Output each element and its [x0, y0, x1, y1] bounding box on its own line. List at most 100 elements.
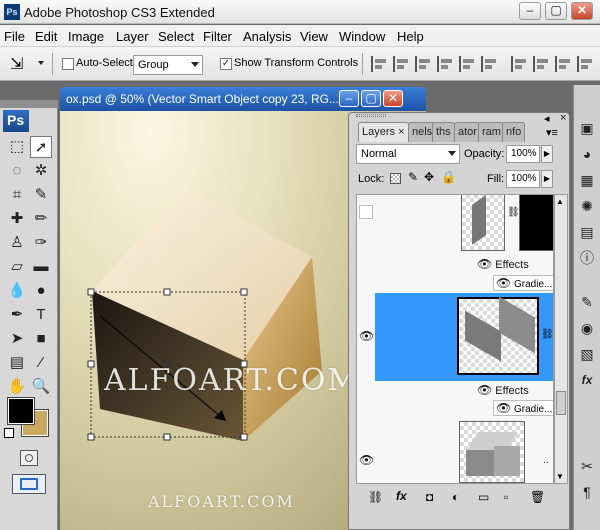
- document-restore-button[interactable]: ▢: [361, 90, 381, 107]
- swatches-icon[interactable]: ▦: [577, 170, 597, 190]
- brushes-icon[interactable]: ✎: [577, 292, 597, 312]
- layer-style-icon[interactable]: fx: [396, 489, 407, 503]
- menu-layer[interactable]: Layer: [116, 29, 149, 44]
- lock-pixels-icon[interactable]: ✎: [408, 170, 418, 184]
- fill-slider-button[interactable]: ▶: [541, 170, 553, 188]
- history-icon[interactable]: ▤: [577, 222, 597, 242]
- link-icon[interactable]: ⛓: [507, 207, 520, 218]
- effects-row[interactable]: 👁 Effects: [477, 383, 529, 397]
- menu-edit[interactable]: Edit: [35, 29, 57, 44]
- add-mask-icon[interactable]: ◘: [426, 490, 433, 504]
- distribute-top-icon[interactable]: [511, 56, 529, 72]
- fill-input[interactable]: 100%: [506, 170, 540, 188]
- eye-icon[interactable]: 👁: [477, 257, 492, 271]
- crop-tool-icon[interactable]: ⌗: [6, 184, 28, 206]
- zoom-tool-icon[interactable]: 🔍: [30, 376, 52, 398]
- menu-help[interactable]: Help: [397, 29, 424, 44]
- screen-mode-icon[interactable]: [12, 474, 46, 494]
- layer-comps-icon[interactable]: ▧: [577, 344, 597, 364]
- layer-row[interactable]: ⛓: [357, 195, 553, 255]
- align-top-icon[interactable]: [371, 56, 389, 72]
- move-tool-icon[interactable]: ➚: [30, 136, 52, 158]
- info-icon[interactable]: ⓘ: [577, 248, 597, 268]
- tab-navigator[interactable]: ator: [454, 122, 481, 142]
- healing-brush-tool-icon[interactable]: ✚: [6, 208, 28, 230]
- distribute-vcenter-icon[interactable]: [533, 56, 551, 72]
- blur-tool-icon[interactable]: 💧: [6, 280, 28, 302]
- opacity-slider-button[interactable]: ▶: [541, 145, 553, 163]
- color-icon[interactable]: ◕: [577, 144, 597, 164]
- auto-select-dropdown[interactable]: Group: [133, 55, 203, 75]
- default-colors-icon[interactable]: [4, 428, 14, 438]
- layer-row-selected[interactable]: 👁 ⛓: [357, 293, 553, 381]
- layer-row[interactable]: 👁 ..: [357, 419, 553, 483]
- menu-view[interactable]: View: [300, 29, 328, 44]
- eye-icon[interactable]: 👁: [496, 276, 511, 290]
- align-right-icon[interactable]: [481, 56, 499, 72]
- actions-icon[interactable]: fx: [577, 370, 597, 390]
- styles-icon[interactable]: ✺: [577, 196, 597, 216]
- eraser-tool-icon[interactable]: ▱: [6, 256, 28, 278]
- tab-paths[interactable]: ths: [432, 122, 455, 142]
- type-tool-icon[interactable]: T: [30, 304, 52, 326]
- menu-image[interactable]: Image: [68, 29, 104, 44]
- link-layers-icon[interactable]: ⛓: [368, 490, 383, 504]
- clone-stamp-tool-icon[interactable]: ♙: [6, 232, 28, 254]
- toolbox-grip[interactable]: [0, 100, 58, 108]
- gradient-tool-icon[interactable]: ▬: [30, 256, 52, 278]
- shape-tool-icon[interactable]: ■: [30, 328, 52, 350]
- move-tool-preset-icon[interactable]: ⇲: [10, 54, 23, 74]
- document-minimize-button[interactable]: –: [339, 90, 359, 107]
- new-group-icon[interactable]: ▭: [478, 490, 489, 504]
- panel-menu-icon[interactable]: ▾≡: [546, 126, 558, 139]
- marquee-tool-icon[interactable]: ⬚: [6, 136, 28, 158]
- brush-tool-icon[interactable]: ✏: [30, 208, 52, 230]
- lock-all-icon[interactable]: 🔒: [441, 170, 456, 184]
- auto-select-checkbox[interactable]: [62, 58, 74, 70]
- scrollbar-thumb[interactable]: [556, 391, 566, 415]
- align-bottom-icon[interactable]: [415, 56, 433, 72]
- close-tab-icon[interactable]: ×: [398, 126, 404, 138]
- lasso-tool-icon[interactable]: ◌: [6, 160, 28, 182]
- panel-grip[interactable]: [356, 114, 386, 117]
- eye-icon[interactable]: 👁: [359, 329, 374, 343]
- delete-layer-icon[interactable]: 🗑: [530, 490, 545, 504]
- menu-file[interactable]: File: [4, 29, 25, 44]
- opacity-input[interactable]: 100%: [506, 145, 540, 163]
- photoshop-badge-icon[interactable]: Ps: [3, 110, 29, 132]
- dodge-tool-icon[interactable]: ●: [30, 280, 52, 302]
- eye-icon[interactable]: 👁: [359, 453, 374, 467]
- align-left-icon[interactable]: [437, 56, 455, 72]
- tab-info[interactable]: nfo: [502, 122, 526, 142]
- magic-wand-tool-icon[interactable]: ✲: [30, 160, 52, 182]
- minimize-button[interactable]: –: [519, 2, 541, 20]
- hand-tool-icon[interactable]: ✋: [6, 376, 28, 398]
- menu-window[interactable]: Window: [339, 29, 385, 44]
- chevron-down-icon[interactable]: [38, 61, 44, 65]
- eye-icon[interactable]: 👁: [496, 401, 511, 415]
- menu-analysis[interactable]: Analysis: [243, 29, 291, 44]
- adjustment-layer-icon[interactable]: ◐: [452, 490, 459, 504]
- link-icon[interactable]: ⛓: [541, 329, 553, 340]
- effects-row[interactable]: 👁 Effects: [477, 257, 529, 271]
- eye-icon[interactable]: 👁: [477, 383, 492, 397]
- show-transform-checkbox[interactable]: ✓: [220, 58, 232, 70]
- visibility-toggle[interactable]: [359, 205, 373, 219]
- paragraph-icon[interactable]: ¶: [577, 482, 597, 502]
- history-brush-tool-icon[interactable]: ✑: [30, 232, 52, 254]
- layers-scrollbar[interactable]: ▲ ▼: [554, 194, 568, 484]
- document-close-button[interactable]: ✕: [383, 90, 403, 107]
- blend-mode-dropdown[interactable]: Normal: [356, 144, 460, 164]
- new-layer-icon[interactable]: ▫: [504, 490, 508, 504]
- pen-tool-icon[interactable]: ✒: [6, 304, 28, 326]
- lock-transparency-icon[interactable]: [390, 173, 401, 184]
- menu-filter[interactable]: Filter: [203, 29, 232, 44]
- distribute-bottom-icon[interactable]: [555, 56, 573, 72]
- notes-tool-icon[interactable]: ▤: [6, 352, 28, 374]
- distribute-left-icon[interactable]: [577, 56, 595, 72]
- tool-presets-icon[interactable]: ◉: [577, 318, 597, 338]
- eyedropper-tool-icon[interactable]: ⁄: [30, 352, 52, 374]
- align-vcenter-icon[interactable]: [393, 56, 411, 72]
- align-hcenter-icon[interactable]: [459, 56, 477, 72]
- gradient-overlay-row[interactable]: 👁 Gradie...: [493, 275, 553, 291]
